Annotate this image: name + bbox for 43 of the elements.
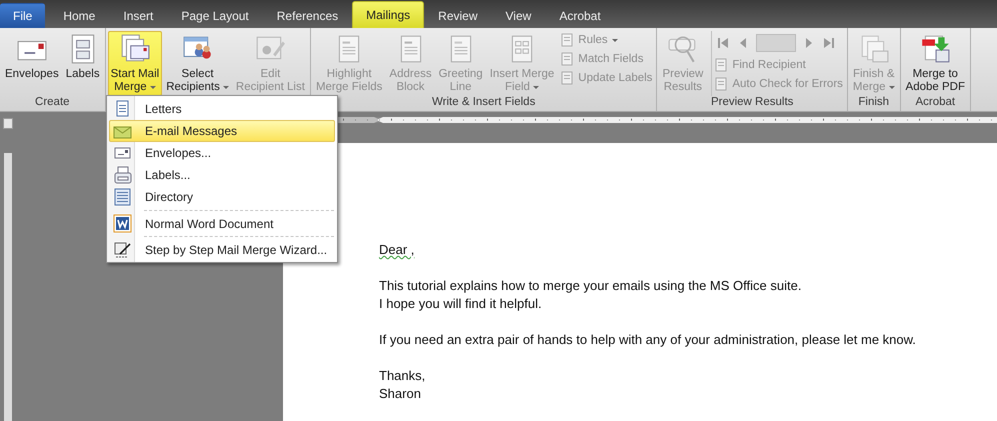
command-icon: [919, 33, 952, 65]
ribbon-button[interactable]: Labels: [62, 31, 103, 96]
group-label: Finish: [858, 96, 890, 108]
document-icon: [714, 58, 728, 72]
text-line: Sharon: [379, 385, 421, 403]
group-label: Write & Insert Fields: [432, 96, 536, 108]
ribbon-tab[interactable]: Insert: [109, 3, 168, 28]
group-label: Acrobat: [915, 96, 956, 108]
menu-icon: [113, 188, 132, 206]
menu-icon: [113, 214, 132, 233]
document-icon: [714, 77, 728, 91]
ribbon-tab[interactable]: Page Layout: [167, 3, 263, 28]
ribbon-tab[interactable]: Home: [49, 3, 110, 28]
menu-item[interactable]: E-mail Messages: [109, 120, 335, 142]
ribbon-tab[interactable]: References: [262, 3, 352, 28]
ribbon-tab[interactable]: Mailings: [352, 1, 424, 28]
text-line: If you need an extra pair of hands to help with any of your administration, please let me know.: [379, 331, 916, 349]
group-label: Create: [35, 96, 70, 108]
text-line: Dear ,: [379, 241, 414, 259]
ribbon-button[interactable]: Merge to Adobe PDF: [902, 31, 968, 96]
menu-item[interactable]: Envelopes...: [109, 142, 335, 164]
text-line: Thanks,: [379, 367, 426, 385]
document-icon: [560, 71, 574, 85]
ribbon-button[interactable]: Start Mail Merge: [108, 31, 162, 96]
menu-icon: [113, 166, 132, 184]
menu-item[interactable]: Normal Word Document: [109, 208, 335, 234]
tab-selector[interactable]: [2, 118, 12, 129]
document-icon: [560, 52, 574, 66]
text-line: This tutorial explains how to merge your emails using the MS Office suite.: [379, 277, 802, 295]
ribbon-tab[interactable]: View: [492, 3, 546, 28]
ribbon-button[interactable]: Envelopes: [2, 31, 62, 96]
group-label: Preview Results: [710, 96, 794, 108]
menu-item[interactable]: Directory: [109, 186, 335, 208]
menu-item[interactable]: Labels...: [109, 164, 335, 186]
ribbon-tab[interactable]: Review: [424, 3, 492, 28]
ribbon-tab[interactable]: Acrobat: [545, 3, 615, 28]
text-line: I hope you will find it helpful.: [379, 295, 542, 313]
menu-icon: [113, 240, 132, 259]
menu-item[interactable]: Step by Step Mail Merge Wizard...: [109, 234, 335, 260]
document-icon: [560, 33, 574, 47]
caret-icon: [612, 38, 618, 42]
menu-item[interactable]: Letters: [109, 98, 335, 120]
ribbon-tab[interactable]: File: [0, 3, 46, 28]
